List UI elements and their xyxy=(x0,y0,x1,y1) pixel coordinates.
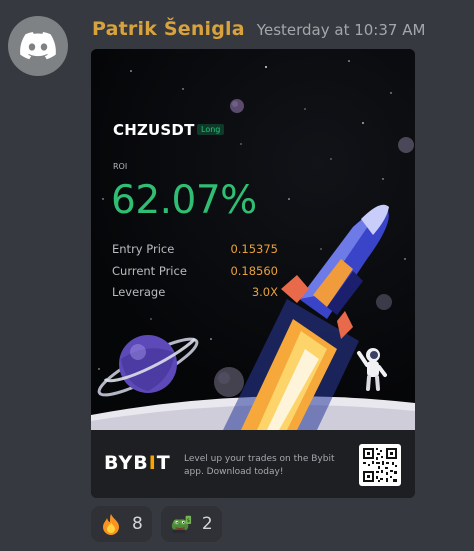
stat-value: 3.0X xyxy=(251,285,278,299)
roi-label: ROI xyxy=(113,162,128,171)
stat-label: Leverage xyxy=(112,285,166,299)
reaction-pepe-money[interactable]: $ 2 xyxy=(160,506,222,542)
reaction-count: 2 xyxy=(201,514,213,534)
bybit-logo-by: BYB xyxy=(104,452,149,474)
bybit-promo-banner: BYBIT Level up your trades on the Bybit … xyxy=(91,430,415,498)
svg-text:$: $ xyxy=(186,518,190,524)
avatar[interactable] xyxy=(8,16,68,76)
space-illustration xyxy=(91,60,415,430)
message-timestamp: Yesterday at 10:37 AM xyxy=(256,21,426,39)
stat-label: Current Price xyxy=(112,263,187,278)
promo-text: Level up your trades on the Bybit app. D… xyxy=(184,454,335,477)
reaction-fire[interactable]: 8 xyxy=(91,506,152,542)
message-header: Patrik Šenigla Yesterday at 10:37 AM xyxy=(92,18,425,40)
pepe-money-emoji-icon: $ xyxy=(170,513,192,535)
bybit-logo-bar: I xyxy=(148,452,157,474)
pnl-share-card[interactable]: CHZUSDT Long ROI 62.07% Entry Price 0.15… xyxy=(91,49,415,498)
reaction-count: 8 xyxy=(132,514,143,534)
qr-code-icon xyxy=(363,448,397,482)
stat-row-entry-price: Entry Price 0.15375 xyxy=(112,242,278,264)
qr-code[interactable] xyxy=(359,444,401,486)
stat-value: 0.15375 xyxy=(230,242,278,256)
fire-emoji-icon xyxy=(100,513,122,535)
bybit-logo-t: T xyxy=(156,452,171,474)
stat-label: Entry Price xyxy=(112,242,175,256)
roi-value: 62.07% xyxy=(111,178,257,223)
discord-logo-icon xyxy=(20,32,56,60)
ticker-symbol: CHZUSDT xyxy=(113,121,195,139)
reactions-bar: 8 $ 2 xyxy=(91,506,231,542)
card-artwork-area: CHZUSDT Long ROI 62.07% Entry Price 0.15… xyxy=(91,49,415,430)
position-side-badge: Long xyxy=(197,124,225,135)
stat-row-leverage: Leverage 3.0X xyxy=(112,285,278,307)
stat-value: 0.18560 xyxy=(230,263,278,278)
position-stats: Entry Price 0.15375 Current Price 0.1856… xyxy=(112,242,278,307)
bybit-logo: BYBIT xyxy=(104,452,171,474)
chat-message: Patrik Šenigla Yesterday at 10:37 AM CHZ… xyxy=(0,0,474,551)
author-name[interactable]: Patrik Šenigla xyxy=(92,18,245,40)
stat-row-current-price: Current Price 0.18560 xyxy=(112,264,278,286)
